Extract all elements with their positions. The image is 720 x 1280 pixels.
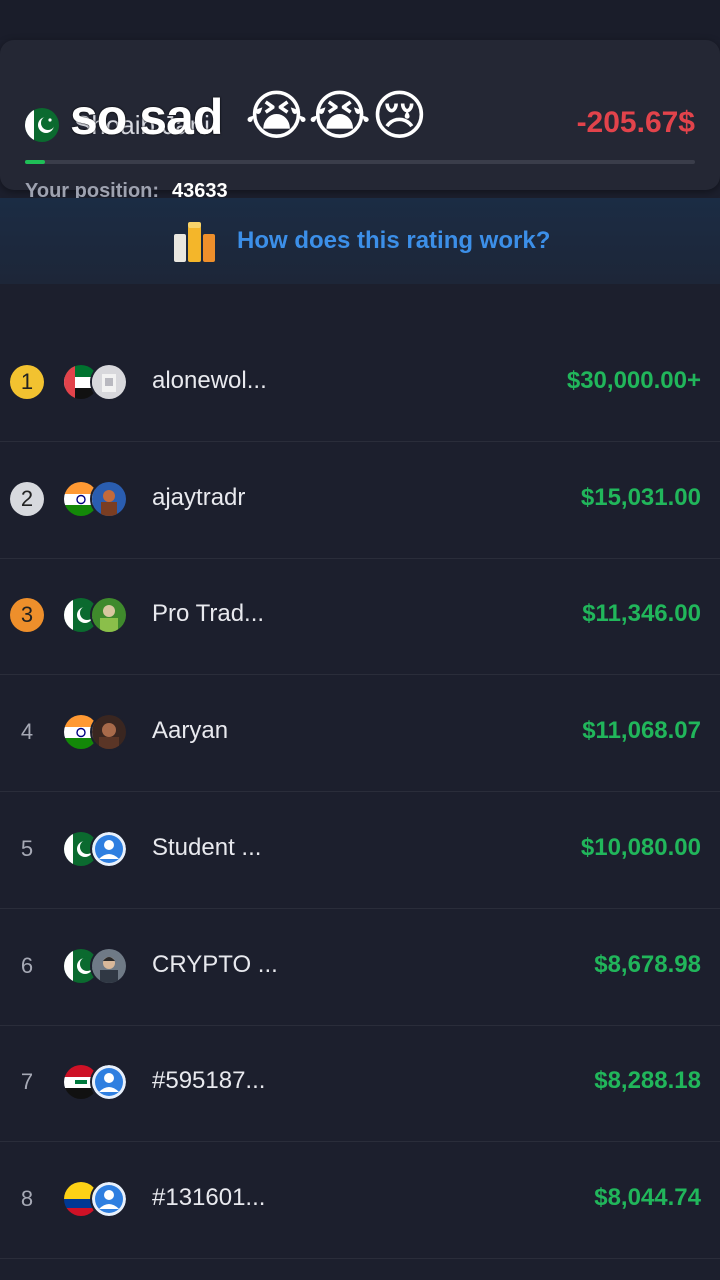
rank-badge: 7: [20, 1069, 34, 1095]
trader-name: #595187...: [152, 1067, 266, 1095]
default-user-avatar-icon: [90, 1063, 128, 1102]
status-strip: [0, 0, 720, 40]
trader-name: ajaytradr: [152, 483, 246, 511]
rank-badge: 8: [20, 1185, 34, 1211]
leaderboard-row[interactable]: 8 #131601... $8,044.74: [0, 1142, 720, 1259]
user-avatar: [90, 596, 128, 635]
trader-profit: $10,080.00: [580, 833, 701, 861]
user-avatar: [90, 713, 128, 752]
trader-name: CRYPTO ...: [152, 950, 278, 978]
progress-bar: [25, 160, 695, 164]
progress-fill: [25, 160, 46, 164]
trader-profit: $11,068.07: [582, 717, 701, 745]
trader-name: #131601...: [152, 1183, 266, 1211]
user-avatar: [90, 363, 128, 401]
leaderboard-row[interactable]: 7 #595187... $8,288.18: [0, 1025, 720, 1143]
trader-name: Aaryan: [152, 717, 229, 745]
default-user-avatar-icon: [90, 1179, 128, 1218]
gift-icon: [173, 222, 217, 269]
rank-badge: 3: [10, 598, 44, 633]
leaderboard-row[interactable]: 4 Aaryan $11,068.07: [0, 675, 720, 793]
leaderboard-row[interactable]: 1 alonewol... $30,000.00+: [0, 325, 720, 442]
rank-badge: 2: [10, 481, 44, 516]
user-avatar: [90, 946, 128, 985]
leaderboard-row[interactable]: 3 Pro Trad... $11,346.00: [0, 558, 720, 676]
rank-badge: 5: [20, 835, 34, 861]
crying-emoji-icons: 😭😭😢: [245, 84, 428, 147]
leaderboard-row[interactable]: 6 CRYPTO ... $8,678.98: [0, 909, 720, 1026]
overlay-caption: so sad: [70, 89, 223, 145]
user-summary-card: Shoaib Jani so sad 😭😭😢 -205.67$ Your pos…: [0, 40, 720, 202]
trader-name: alonewol...: [152, 367, 267, 394]
leaderboard-row[interactable]: 2 ajaytradr $15,031.00: [0, 442, 720, 559]
trader-profit: $11,346.00: [582, 600, 701, 628]
trader-profit: $8,044.74: [594, 1183, 701, 1211]
rank-badge: 6: [20, 952, 34, 978]
trader-profit: $8,288.18: [594, 1067, 701, 1095]
default-user-avatar-icon: [90, 829, 128, 868]
pakistan-flag-icon: [25, 108, 59, 142]
trader-profit: $8,678.98: [594, 950, 701, 978]
trader-profit: $30,000.00+: [566, 367, 701, 394]
trader-profit: $15,031.00: [580, 483, 701, 511]
profit-value: -205.67$: [576, 106, 695, 139]
user-avatar: [90, 479, 128, 518]
rating-info-link[interactable]: How does this rating work?: [237, 227, 550, 255]
trader-name: Pro Trad...: [152, 600, 265, 628]
leaderboard-row[interactable]: 5 Student ... $10,080.00: [0, 792, 720, 909]
trader-name: Student ...: [152, 833, 262, 861]
rank-badge: 1: [10, 365, 44, 399]
rank-badge: 4: [20, 719, 34, 745]
